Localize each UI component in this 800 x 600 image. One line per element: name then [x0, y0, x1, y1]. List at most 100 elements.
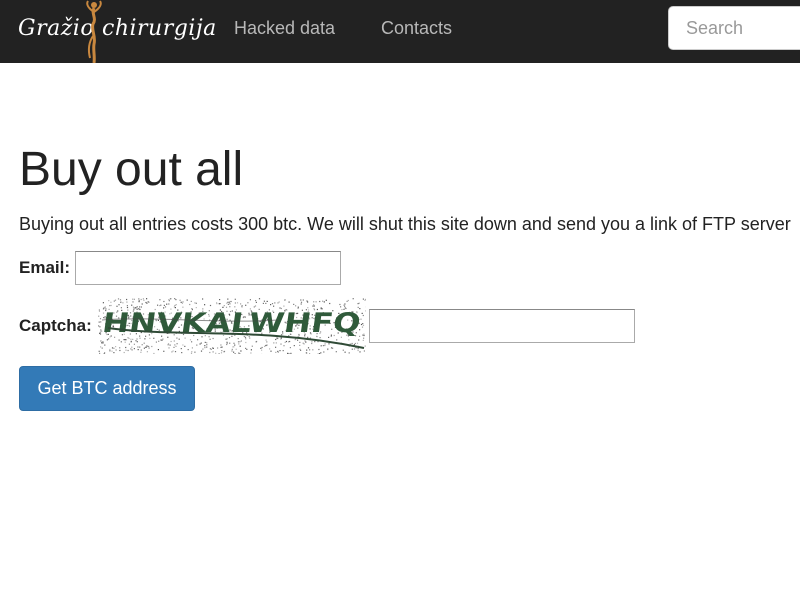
captcha-noise-dot	[240, 303, 242, 305]
captcha-noise-dot	[305, 341, 307, 343]
captcha-noise-dot	[266, 300, 268, 302]
captcha-noise-dot	[206, 346, 208, 348]
captcha-noise-dot	[110, 304, 112, 307]
captcha-noise-dot	[300, 303, 302, 305]
captcha-noise-dot	[295, 305, 297, 307]
captcha-noise-dot	[358, 302, 360, 304]
captcha-noise-dot	[141, 303, 143, 305]
email-field[interactable]	[75, 251, 341, 285]
captcha-noise-dot	[99, 318, 102, 320]
captcha-noise-dot	[98, 309, 100, 311]
captcha-noise-dot	[228, 301, 231, 303]
captcha-noise-dot	[344, 351, 346, 353]
captcha-input[interactable]	[369, 309, 635, 343]
captcha-noise-dot	[245, 347, 247, 349]
captcha-noise-dot	[138, 301, 140, 303]
captcha-noise-dot	[142, 298, 144, 300]
captcha-noise-dot	[133, 348, 135, 350]
captcha-noise-dot	[293, 303, 295, 305]
captcha-noise-dot	[200, 350, 203, 352]
search-input[interactable]	[668, 6, 800, 50]
captcha-noise-dot	[353, 348, 356, 350]
captcha-noise-dot	[115, 349, 117, 351]
captcha-noise-dot	[357, 303, 359, 305]
captcha-noise-dot	[277, 302, 279, 304]
captcha-noise-dot	[229, 306, 231, 308]
nav-link-hacked-data[interactable]: Hacked data	[234, 18, 335, 39]
captcha-noise-dot	[245, 304, 247, 306]
captcha-noise-dot	[194, 302, 196, 304]
captcha-noise-dot	[236, 302, 239, 304]
captcha-noise-dot	[265, 344, 267, 347]
captcha-noise-dot	[189, 339, 192, 341]
captcha-noise-dot	[102, 341, 104, 343]
captcha-noise-dot	[173, 340, 175, 342]
captcha-noise-dot	[139, 346, 141, 348]
captcha-noise-dot	[351, 342, 353, 345]
captcha-noise-dot	[204, 345, 206, 347]
captcha-noise-dot	[269, 348, 271, 350]
captcha-noise-dot	[168, 347, 170, 349]
captcha-noise-dot	[160, 339, 162, 341]
captcha-noise-dot	[315, 301, 317, 303]
captcha-noise-dot	[109, 348, 111, 351]
captcha-noise-dot	[132, 338, 134, 340]
captcha-noise-dot	[151, 345, 153, 348]
captcha-noise-dot	[215, 352, 217, 354]
captcha-noise-dot	[182, 301, 184, 303]
captcha-noise-dot	[266, 344, 268, 346]
captcha-noise-dot	[241, 305, 243, 307]
captcha-noise-dot	[250, 352, 252, 354]
get-btc-address-button[interactable]: Get BTC address	[19, 366, 195, 411]
captcha-noise-dot	[102, 302, 104, 304]
captcha-noise-dot	[363, 337, 365, 339]
brand-logo[interactable]: Gražio chirurgija	[18, 0, 216, 63]
captcha-noise-dot	[138, 299, 140, 302]
captcha-noise-dot	[357, 349, 359, 352]
captcha-noise-dot	[273, 342, 275, 344]
captcha-noise-dot	[234, 353, 236, 354]
captcha-noise-dot	[318, 348, 320, 351]
captcha-noise-dot	[220, 344, 222, 346]
nav-link-contacts[interactable]: Contacts	[381, 18, 452, 39]
captcha-noise-dot	[284, 341, 286, 343]
captcha-noise-dot	[202, 298, 204, 300]
captcha-noise-dot	[126, 305, 128, 307]
captcha-noise-dot	[289, 340, 291, 343]
captcha-noise-dot	[100, 321, 102, 323]
captcha-noise-dot	[172, 350, 174, 352]
captcha-noise-dot	[176, 343, 178, 345]
captcha-noise-dot	[233, 351, 235, 353]
captcha-noise-dot	[323, 351, 325, 353]
captcha-noise-dot	[302, 299, 304, 301]
captcha-noise-dot	[173, 346, 175, 348]
captcha-noise-dot	[175, 304, 177, 306]
captcha-noise-dot	[307, 347, 310, 349]
captcha-noise-dot	[275, 338, 277, 341]
captcha-noise-dot	[311, 342, 313, 345]
captcha-noise-dot	[363, 333, 365, 335]
captcha-noise-dot	[190, 300, 192, 302]
captcha-noise-dot	[324, 344, 326, 347]
captcha-noise-dot	[99, 352, 101, 354]
captcha-noise-dot	[320, 352, 322, 354]
captcha-noise-dot	[117, 298, 120, 300]
captcha-noise-dot	[325, 299, 327, 301]
captcha-noise-dot	[104, 344, 106, 346]
captcha-noise-dot	[209, 351, 211, 354]
captcha-noise-dot	[191, 347, 193, 349]
captcha-noise-dot	[204, 347, 206, 349]
captcha-noise-dot	[163, 304, 165, 306]
captcha-noise-dot	[140, 298, 142, 301]
captcha-noise-dot	[226, 343, 228, 346]
captcha-noise-dot	[204, 304, 206, 306]
captcha-noise-dot	[160, 304, 162, 306]
captcha-noise-dot	[199, 343, 201, 345]
captcha-noise-dot	[197, 339, 199, 341]
captcha-noise-dot	[361, 326, 364, 328]
captcha-noise-dot	[309, 353, 311, 354]
captcha-noise-dot	[306, 300, 308, 302]
captcha-noise-dot	[262, 302, 264, 304]
captcha-noise-dot	[130, 340, 132, 342]
captcha-noise-dot	[311, 341, 313, 343]
